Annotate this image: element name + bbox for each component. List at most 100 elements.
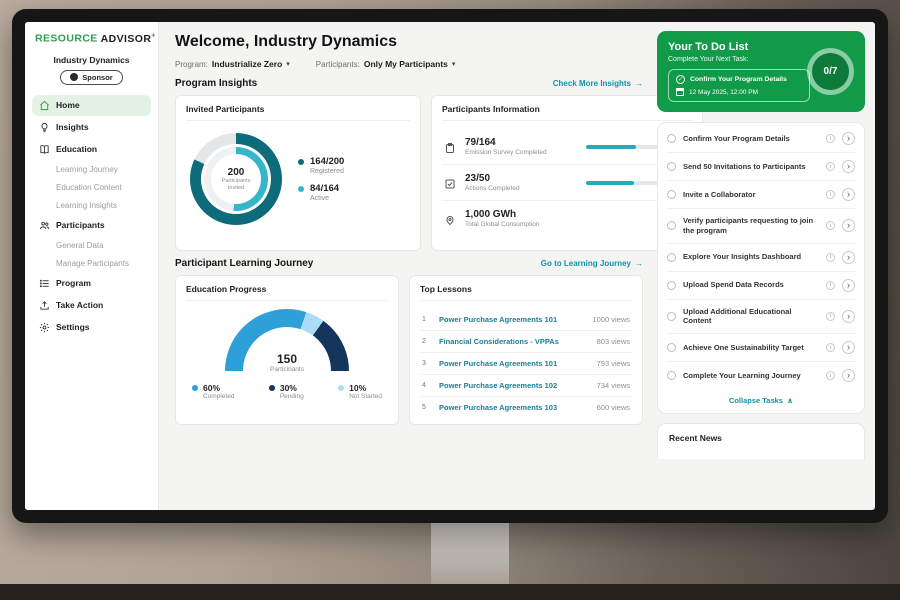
info-icon: i xyxy=(826,371,835,380)
scene: RESOURCE ADVISOR+ Industry Dynamics Spon… xyxy=(0,0,900,600)
sidebar-item-learning-journey[interactable]: Learning Journey xyxy=(32,161,151,178)
program-filter[interactable]: Program: Industrialize Zero ▾ xyxy=(175,59,290,69)
arrow-right-icon: → xyxy=(635,79,643,88)
task-checkbox[interactable] xyxy=(667,312,676,321)
task-item[interactable]: Upload Spend Data Records i › xyxy=(667,272,855,300)
tasks-card: Confirm Your Program Details i › Send 50… xyxy=(657,122,865,414)
page-title: Welcome, Industry Dynamics xyxy=(175,33,643,51)
chevron-right-button[interactable]: › xyxy=(842,251,855,264)
legend-registered: 164/200 Registered xyxy=(298,156,344,175)
lesson-link[interactable]: Power Purchase Agreements 103 xyxy=(439,403,588,412)
logo-advisor: ADVISOR+ xyxy=(101,33,156,45)
card-title: Invited Participants xyxy=(186,104,410,121)
recent-news-title: Recent News xyxy=(669,433,853,443)
chevron-right-button[interactable]: › xyxy=(842,369,855,382)
lesson-link[interactable]: Power Purchase Agreements 102 xyxy=(439,381,588,390)
task-item[interactable]: Explore Your Insights Dashboard i › xyxy=(667,244,855,272)
main-content: Welcome, Industry Dynamics Program: Indu… xyxy=(159,22,655,510)
sidebar-item-manage-participants[interactable]: Manage Participants xyxy=(32,255,151,272)
chevron-right-button[interactable]: › xyxy=(842,160,855,173)
sidebar-item-program[interactable]: Program xyxy=(32,273,151,294)
info-icon: i xyxy=(826,281,835,290)
chevron-right-button[interactable]: › xyxy=(842,310,855,323)
program-insights-title: Program Insights xyxy=(175,78,257,89)
sidebar-item-education[interactable]: Education xyxy=(32,139,151,160)
info-icon: i xyxy=(826,190,835,199)
sidebar-item-education-content[interactable]: Education Content xyxy=(32,179,151,196)
sidebar-item-home[interactable]: Home xyxy=(32,95,151,116)
collapse-tasks-link[interactable]: Collapse Tasks ∧ xyxy=(667,389,855,408)
recent-news-card: Recent News xyxy=(657,423,865,459)
legend-dot xyxy=(338,385,344,391)
top-lessons-card: Top Lessons 1 Power Purchase Agreements … xyxy=(409,275,643,425)
chevron-right-button[interactable]: › xyxy=(842,188,855,201)
task-item[interactable]: Upload Additional Educational Content i … xyxy=(667,300,855,335)
chevron-right-button[interactable]: › xyxy=(842,219,855,232)
lesson-link[interactable]: Power Purchase Agreements 101 xyxy=(439,359,588,368)
task-checkbox[interactable] xyxy=(667,134,676,143)
participants-filter[interactable]: Participants: Only My Participants ▾ xyxy=(316,59,456,69)
monitor-stand xyxy=(431,518,509,588)
task-checkbox[interactable] xyxy=(667,253,676,262)
chevron-right-button[interactable]: › xyxy=(842,279,855,292)
donut-center: 200 Participants Invited xyxy=(211,154,261,204)
next-task-box[interactable]: ✓ Confirm Your Program Details 12 May 20… xyxy=(668,69,810,102)
gauge-legend: 60%Completed 30%Pending 10%Not Started xyxy=(186,383,388,400)
lesson-row: 2 Financial Considerations - VPPAs 803 v… xyxy=(420,331,632,353)
task-item[interactable]: Send 50 Invitations to Participants i › xyxy=(667,153,855,181)
sidebar-item-settings[interactable]: Settings xyxy=(32,317,151,338)
logo-resource: RESOURCE xyxy=(35,33,98,45)
task-checkbox[interactable] xyxy=(667,371,676,380)
sidebar-item-learning-insights[interactable]: Learning Insights xyxy=(32,197,151,214)
task-item[interactable]: Verify participants requesting to join t… xyxy=(667,209,855,244)
lesson-row: 3 Power Purchase Agreements 101 793 view… xyxy=(420,353,632,375)
task-item[interactable]: Confirm Your Program Details i › xyxy=(667,125,855,153)
invited-participants-donut: 200 Participants Invited xyxy=(190,133,282,225)
sidebar-item-participants[interactable]: Participants xyxy=(32,215,151,236)
legend-active: 84/164 Active xyxy=(298,183,344,202)
lesson-link[interactable]: Power Purchase Agreements 101 xyxy=(439,315,583,324)
chevron-right-button[interactable]: › xyxy=(842,341,855,354)
education-progress-card: Education Progress 150 Participants xyxy=(175,275,399,425)
task-checkbox[interactable] xyxy=(667,343,676,352)
filters-bar: Program: Industrialize Zero ▾ Participan… xyxy=(175,59,643,69)
lesson-link[interactable]: Financial Considerations - VPPAs xyxy=(439,337,588,346)
legend-dot xyxy=(298,186,304,192)
go-to-learning-journey-link[interactable]: Go to Learning Journey → xyxy=(541,259,643,268)
task-checkbox[interactable] xyxy=(667,221,676,230)
learning-journey-section-header: Participant Learning Journey Go to Learn… xyxy=(175,258,643,269)
arrow-right-icon: → xyxy=(635,259,643,268)
task-item[interactable]: Complete Your Learning Journey i › xyxy=(667,362,855,389)
check-more-insights-link[interactable]: Check More Insights → xyxy=(553,79,643,88)
gauge-center: 150 Participants xyxy=(225,352,349,371)
lesson-row: 1 Power Purchase Agreements 101 1000 vie… xyxy=(420,309,632,331)
task-item[interactable]: Achieve One Sustainability Target i › xyxy=(667,334,855,362)
sidebar-item-take-action[interactable]: Take Action xyxy=(32,295,151,316)
sponsor-badge: Sponsor xyxy=(60,70,122,85)
lesson-row: 4 Power Purchase Agreements 102 734 view… xyxy=(420,375,632,397)
sidebar-item-insights[interactable]: Insights xyxy=(32,117,151,138)
sidebar-item-general-data[interactable]: General Data xyxy=(32,237,151,254)
gear-icon xyxy=(39,322,50,333)
sidebar: RESOURCE ADVISOR+ Industry Dynamics Spon… xyxy=(25,22,159,510)
location-pin-icon xyxy=(444,213,456,225)
task-checkbox[interactable] xyxy=(667,281,676,290)
lesson-row: 5 Power Purchase Agreements 103 600 view… xyxy=(420,397,632,418)
list-icon xyxy=(39,278,50,289)
dashboard-screen: RESOURCE ADVISOR+ Industry Dynamics Spon… xyxy=(25,22,875,510)
people-icon xyxy=(39,220,50,231)
sponsor-icon xyxy=(70,73,78,81)
right-panel: Your To Do List Complete Your Next Task:… xyxy=(655,22,875,510)
chevron-right-button[interactable]: › xyxy=(842,132,855,145)
task-checkbox[interactable] xyxy=(667,190,676,199)
todo-progress-ring: 0/7 xyxy=(807,48,854,95)
info-icon: i xyxy=(826,162,835,171)
chevron-down-icon: ▾ xyxy=(286,60,290,68)
task-item[interactable]: Invite a Collaborator i › xyxy=(667,181,855,209)
monitor-bezel: RESOURCE ADVISOR+ Industry Dynamics Spon… xyxy=(12,9,888,523)
todo-progress-value: 0/7 xyxy=(812,53,849,90)
lightbulb-icon xyxy=(39,122,50,133)
task-checkbox[interactable] xyxy=(667,162,676,171)
info-icon: i xyxy=(826,253,835,262)
card-title: Top Lessons xyxy=(420,284,632,301)
